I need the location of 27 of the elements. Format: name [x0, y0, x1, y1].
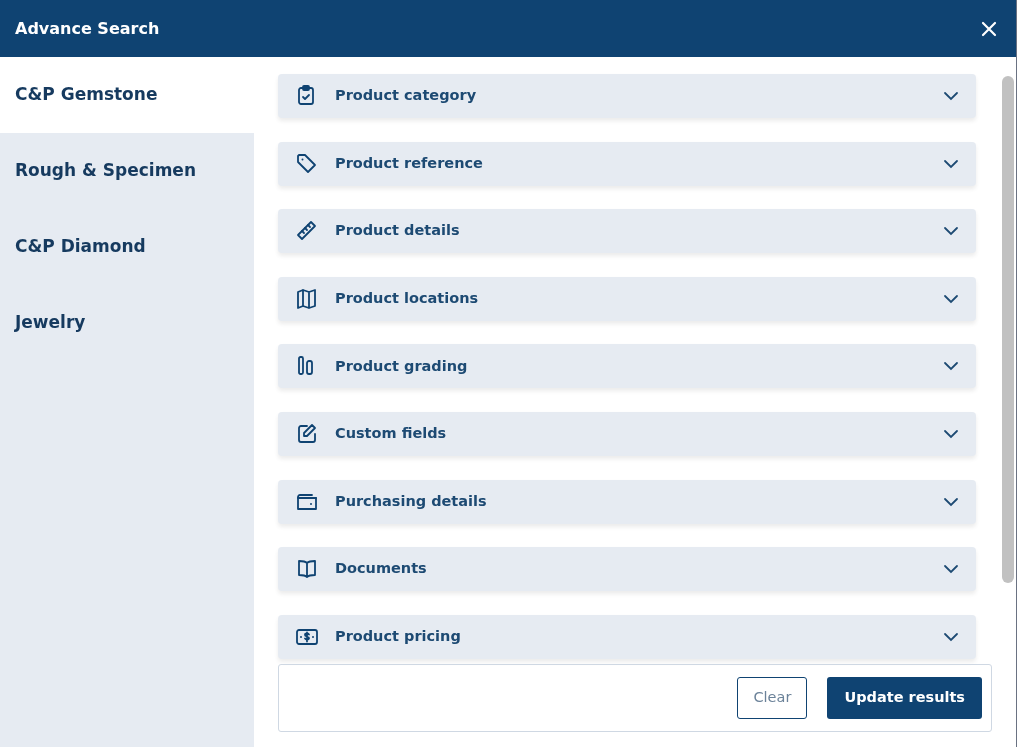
edit-icon [295, 421, 319, 446]
accordion-section[interactable]: Documents [278, 547, 976, 592]
chevron-down-icon [943, 293, 959, 304]
scrollbar[interactable] [1002, 76, 1014, 583]
accordion-section[interactable]: Purchasing details [278, 479, 976, 524]
chevron-down-icon [943, 158, 959, 169]
chevron-down-icon [943, 564, 959, 575]
accordion-section[interactable]: Product category [278, 74, 976, 118]
tag-icon [295, 151, 319, 176]
map-icon [295, 286, 319, 311]
accordion-section[interactable]: Product pricing [278, 614, 976, 659]
dialog-title: Advance Search [15, 17, 160, 40]
close-icon[interactable] [980, 19, 998, 38]
accordion-section[interactable]: Product reference [278, 141, 976, 186]
chevron-down-icon [943, 496, 959, 507]
accordion-section[interactable]: Custom fields [278, 411, 976, 456]
accordion-section[interactable]: Product grading [278, 344, 976, 389]
update-results-button[interactable]: Update results [827, 676, 982, 719]
accordion-section[interactable]: Product details [278, 209, 976, 254]
chevron-down-icon [943, 226, 959, 237]
clear-button[interactable]: Clear [737, 676, 808, 719]
chevron-down-icon [943, 631, 959, 642]
chevron-down-icon [943, 361, 959, 372]
sidebar-item[interactable]: C&P Gemstone [0, 57, 254, 133]
chevron-down-icon [943, 91, 959, 101]
chevron-down-icon [943, 428, 959, 439]
accordion-section[interactable]: Product locations [278, 276, 976, 321]
